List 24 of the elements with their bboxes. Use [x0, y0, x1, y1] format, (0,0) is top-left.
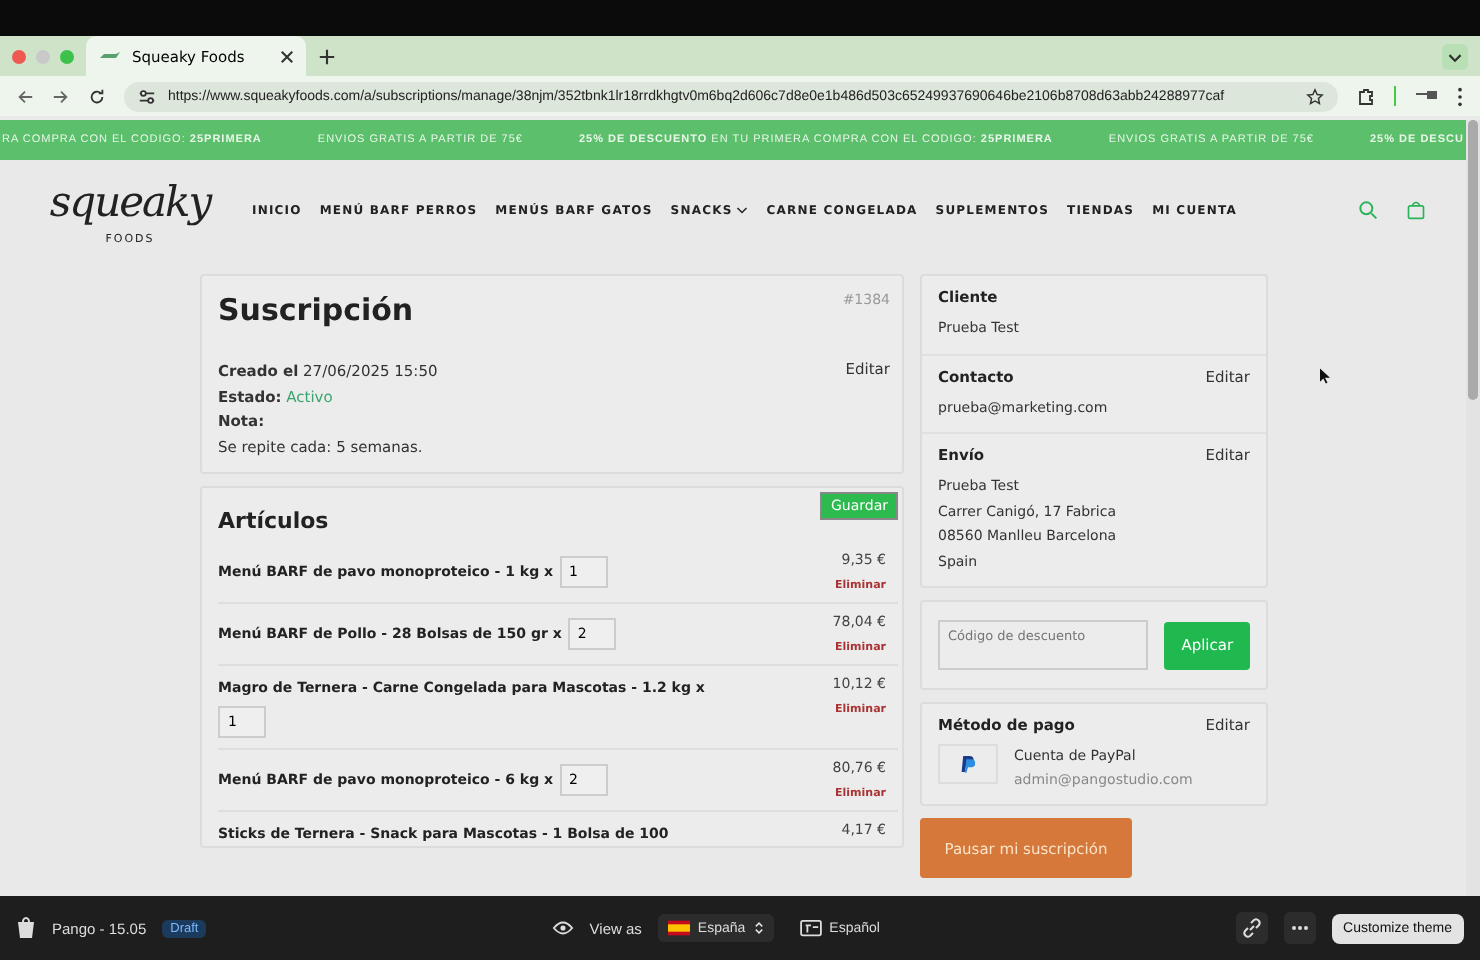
flag-icon: [667, 920, 690, 936]
chevron-down-icon[interactable]: [1442, 43, 1468, 69]
scrollbar-thumb[interactable]: [1468, 120, 1478, 400]
shopping-bag-icon[interactable]: [16, 916, 36, 940]
new-tab-icon[interactable]: [318, 47, 336, 65]
forward-icon[interactable]: [52, 87, 70, 105]
more-icon[interactable]: [1456, 85, 1464, 107]
page-title: Suscripción: [218, 292, 414, 328]
key-icon[interactable]: [1414, 88, 1438, 104]
back-icon[interactable]: [16, 87, 34, 105]
reload-icon[interactable]: [88, 87, 106, 105]
more-icon[interactable]: [1283, 912, 1316, 944]
link-icon[interactable]: [1235, 912, 1268, 944]
close-window-icon[interactable]: [12, 49, 26, 63]
extensions-icon[interactable]: [1356, 86, 1376, 106]
eye-icon: [551, 920, 574, 936]
close-icon[interactable]: [280, 49, 294, 63]
star-icon[interactable]: [1306, 87, 1324, 105]
paypal-logo: [938, 744, 998, 784]
site-settings-icon[interactable]: [138, 87, 156, 105]
section-title: Artículos: [218, 508, 329, 534]
translate-icon: [799, 919, 822, 937]
up-down-caret-icon: [753, 920, 764, 936]
mouse-pointer-icon: [1320, 368, 1330, 384]
